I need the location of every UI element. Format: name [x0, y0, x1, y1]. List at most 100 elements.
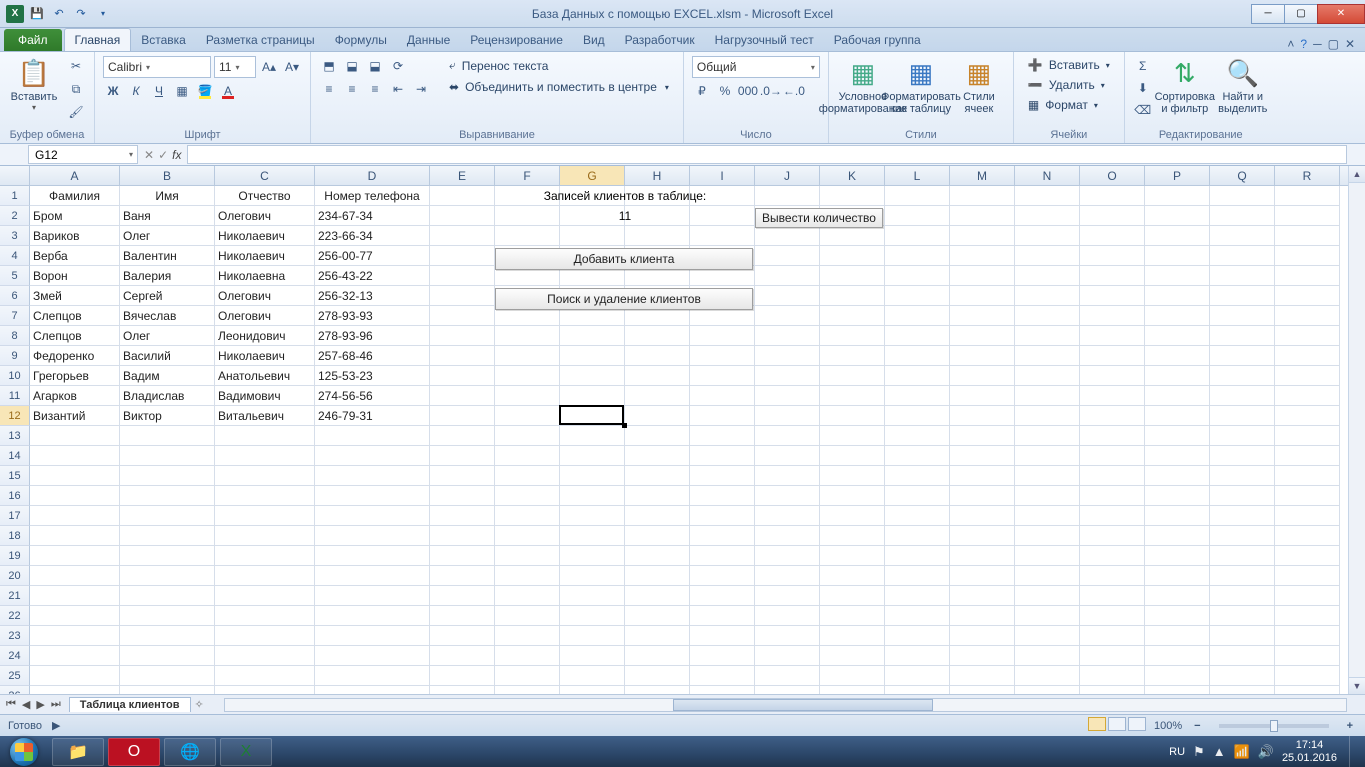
cell[interactable] — [1080, 286, 1145, 306]
ribbon-tab[interactable]: Разметка страницы — [196, 29, 325, 51]
cell[interactable] — [1015, 186, 1080, 206]
cell[interactable] — [430, 446, 495, 466]
font-size-combo[interactable]: 11▾ — [214, 56, 256, 78]
row-header[interactable]: 7 — [0, 306, 30, 326]
cell[interactable] — [1015, 626, 1080, 646]
select-all-button[interactable] — [0, 166, 30, 186]
cell[interactable] — [430, 466, 495, 486]
column-header[interactable]: N — [1015, 166, 1080, 185]
cell[interactable] — [495, 386, 560, 406]
cell[interactable] — [1015, 466, 1080, 486]
cell[interactable] — [885, 586, 950, 606]
minimize-ribbon-icon[interactable]: ˄ — [1287, 37, 1294, 51]
cell[interactable] — [215, 646, 315, 666]
ribbon-tab[interactable]: Главная — [64, 28, 132, 51]
sheet-tab-active[interactable]: Таблица клиентов — [69, 697, 191, 712]
row-header[interactable]: 1 — [0, 186, 30, 206]
cell[interactable] — [950, 686, 1015, 694]
cell[interactable] — [950, 566, 1015, 586]
zoom-out-button[interactable]: − — [1190, 720, 1204, 732]
cell[interactable]: 278-93-96 — [315, 326, 430, 346]
cell[interactable] — [755, 406, 820, 426]
cell[interactable] — [1210, 666, 1275, 686]
cell[interactable] — [625, 546, 690, 566]
cell[interactable]: Олегович — [215, 206, 315, 226]
cell[interactable] — [495, 226, 560, 246]
cell[interactable] — [315, 666, 430, 686]
cell[interactable]: Владислав — [120, 386, 215, 406]
cell[interactable] — [1210, 486, 1275, 506]
cell[interactable] — [495, 506, 560, 526]
align-top-icon[interactable]: ⬒ — [319, 56, 339, 76]
cell[interactable] — [1145, 386, 1210, 406]
cell[interactable] — [950, 346, 1015, 366]
cell[interactable] — [1210, 466, 1275, 486]
cell[interactable] — [430, 346, 495, 366]
cell[interactable] — [1210, 206, 1275, 226]
cell[interactable]: Грегорьев — [30, 366, 120, 386]
cell[interactable] — [885, 206, 950, 226]
cell[interactable] — [950, 426, 1015, 446]
cell[interactable] — [1145, 546, 1210, 566]
cell[interactable] — [885, 226, 950, 246]
cell[interactable]: Змей — [30, 286, 120, 306]
enter-formula-icon[interactable]: ✓ — [158, 148, 168, 162]
cell[interactable] — [755, 306, 820, 326]
cell[interactable] — [1210, 306, 1275, 326]
cell[interactable] — [1015, 366, 1080, 386]
sheet-nav-next-icon[interactable]: ▶ — [34, 698, 46, 711]
cell[interactable] — [625, 326, 690, 346]
cell[interactable] — [1015, 206, 1080, 226]
cell[interactable] — [625, 406, 690, 426]
cell[interactable] — [1145, 226, 1210, 246]
cell[interactable] — [1080, 686, 1145, 694]
tray-network-icon[interactable]: 📶 — [1234, 744, 1250, 760]
align-left-icon[interactable]: ≡ — [319, 79, 339, 99]
cell[interactable]: Олегович — [215, 286, 315, 306]
paste-button[interactable]: 📋 Вставить ▾ — [8, 56, 60, 114]
cell[interactable] — [755, 486, 820, 506]
cell[interactable] — [215, 526, 315, 546]
cell[interactable]: 278-93-93 — [315, 306, 430, 326]
cell[interactable] — [120, 446, 215, 466]
cell[interactable] — [950, 186, 1015, 206]
cell[interactable] — [495, 586, 560, 606]
cell[interactable]: Слепцов — [30, 326, 120, 346]
cell[interactable] — [820, 646, 885, 666]
wrap-text-button[interactable]: ⤶Перенос текста — [443, 56, 675, 75]
cell[interactable] — [1015, 346, 1080, 366]
fill-color-icon[interactable]: 🪣 — [195, 81, 215, 101]
cell[interactable] — [1145, 646, 1210, 666]
column-header[interactable]: B — [120, 166, 215, 185]
cell[interactable]: Вадимович — [215, 386, 315, 406]
cell[interactable] — [30, 646, 120, 666]
cell[interactable] — [1080, 226, 1145, 246]
qat-customize-icon[interactable]: ▾ — [94, 5, 112, 23]
cell[interactable] — [430, 206, 495, 226]
cell[interactable] — [1145, 206, 1210, 226]
cell[interactable] — [215, 486, 315, 506]
cell[interactable] — [690, 326, 755, 346]
italic-button[interactable]: К — [126, 81, 146, 101]
cell[interactable] — [885, 566, 950, 586]
cell[interactable]: Бром — [30, 206, 120, 226]
cell[interactable] — [625, 386, 690, 406]
cell[interactable] — [1210, 186, 1275, 206]
cell[interactable] — [1275, 266, 1340, 286]
cell[interactable] — [1145, 286, 1210, 306]
cell[interactable] — [885, 306, 950, 326]
cell[interactable] — [690, 586, 755, 606]
cell[interactable] — [120, 586, 215, 606]
cell[interactable] — [430, 186, 495, 206]
cell[interactable] — [315, 546, 430, 566]
workbook-close-icon[interactable]: ✕ — [1345, 37, 1355, 51]
cell[interactable] — [1210, 446, 1275, 466]
cancel-formula-icon[interactable]: ✕ — [144, 148, 154, 162]
cell[interactable] — [430, 246, 495, 266]
cell[interactable] — [120, 606, 215, 626]
cell[interactable] — [430, 406, 495, 426]
cell[interactable] — [430, 426, 495, 446]
cell[interactable] — [885, 666, 950, 686]
find-select-button[interactable]: 🔍Найти и выделить — [1217, 56, 1269, 117]
cell[interactable]: Федоренко — [30, 346, 120, 366]
